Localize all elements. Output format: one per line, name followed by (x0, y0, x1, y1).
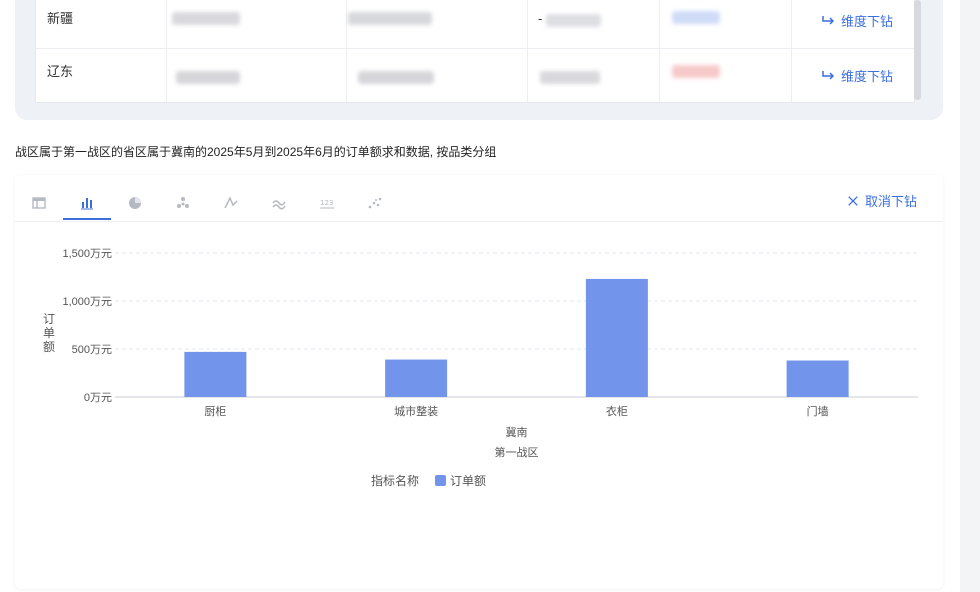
drill-down-icon (822, 15, 835, 25)
redacted-value (672, 11, 720, 24)
data-table: 新疆 - 维度下钻 辽东 维度下钻 (35, 0, 915, 103)
close-icon (848, 195, 858, 206)
y-tick-label: 1,000万元 (62, 296, 112, 308)
cluster-icon (177, 197, 189, 208)
redacted-value (546, 14, 601, 27)
region-cell: 辽东 (47, 64, 74, 79)
number-icon: 123 (320, 199, 334, 209)
redacted-value (672, 65, 720, 78)
tab-scatter[interactable] (365, 193, 385, 213)
table-row: 新疆 - 维度下钻 (36, 0, 914, 49)
table-icon (32, 197, 46, 209)
tab-table[interactable] (29, 193, 49, 213)
y-tick-label: 1,500万元 (62, 248, 112, 260)
line-chart-icon (224, 196, 238, 209)
legend-swatch (435, 475, 446, 486)
bar-chart-icon (81, 198, 93, 210)
bar (786, 360, 849, 397)
tab-pie-chart[interactable] (125, 193, 145, 213)
tab-line-chart[interactable] (221, 193, 241, 213)
chart-card: 123 取消下钻 0万元 500万元 1,000万元 1,500万元厨柜 城市整装 衣柜 门… (15, 175, 943, 589)
svg-text:123: 123 (320, 199, 333, 207)
tab-cluster[interactable] (173, 193, 193, 213)
y-axis-label-char: 订 (43, 312, 55, 326)
chart-type-tabs: 123 取消下钻 (15, 175, 943, 222)
tab-bar-chart[interactable] (77, 193, 97, 213)
y-axis-label-char: 单 (43, 326, 55, 340)
drill-down-link[interactable]: 维度下钻 (821, 11, 893, 30)
drill-down-label: 维度下钻 (841, 69, 894, 84)
legend-label: 订单额 (450, 474, 486, 488)
x-tick-label: 门墙 (807, 404, 829, 418)
side-panel-edge (960, 0, 980, 592)
bar (585, 278, 648, 397)
x-tick-label: 衣柜 (606, 404, 628, 418)
cancel-drill-label: 取消下钻 (864, 194, 917, 209)
bar (184, 351, 247, 397)
area-chart-icon (272, 200, 286, 210)
x-axis-label-level2: 第一战区 (495, 445, 539, 459)
y-axis-label-char: 额 (43, 340, 55, 354)
redacted-value (540, 71, 600, 84)
x-axis-label-level1: 冀南 (506, 425, 528, 439)
x-tick-label: 城市整装 (394, 404, 438, 418)
tab-number[interactable]: 123 (317, 193, 337, 213)
redacted-value (358, 71, 434, 84)
drill-down-link[interactable]: 维度下钻 (821, 66, 893, 85)
redacted-value (348, 12, 432, 25)
table-row: 辽东 维度下钻 (36, 49, 914, 101)
redacted-value (172, 12, 240, 25)
scatter-icon (368, 197, 382, 209)
active-tab-indicator (63, 218, 111, 220)
region-cell: 新疆 (47, 11, 74, 26)
drill-down-icon (822, 70, 835, 80)
legend-title: 指标名称 (371, 473, 419, 488)
drill-down-label: 维度下钻 (841, 14, 894, 29)
cancel-drill-button[interactable]: 取消下钻 (847, 191, 917, 210)
y-tick-label: 0万元 (84, 392, 112, 404)
y-tick-label: 500万元 (72, 344, 112, 356)
query-description: 战区属于第一战区的省区属于冀南的2025年5月到2025年6月的订单额求和数据,… (15, 145, 497, 159)
pie-chart-icon (129, 197, 141, 209)
redacted-value (176, 71, 240, 84)
x-tick-label: 厨柜 (204, 405, 226, 418)
bar-chart: 0万元500万元1,000万元1,500万元厨柜 城市整装 衣柜 门墙订单额冀南第一战… (43, 248, 918, 488)
value-cell: - (538, 11, 543, 26)
bar (385, 359, 448, 397)
tab-area-chart[interactable] (269, 193, 289, 213)
table-scrollbar[interactable] (914, 0, 921, 100)
